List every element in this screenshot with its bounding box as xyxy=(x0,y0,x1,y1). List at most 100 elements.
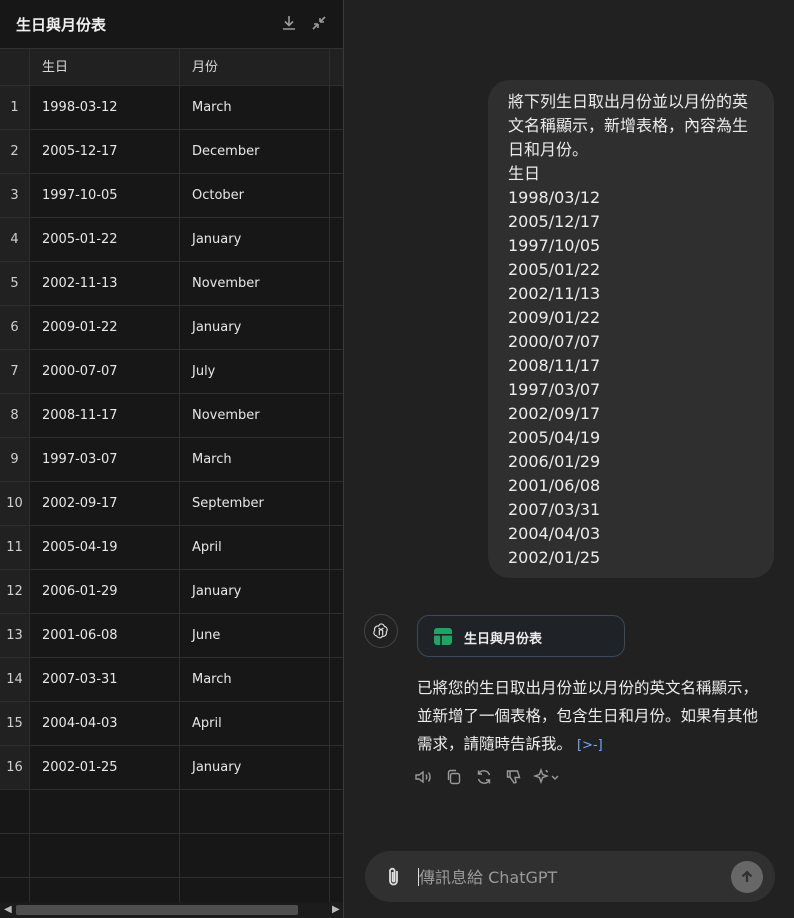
answer-line-text: 需求，請隨時告訴我。 xyxy=(417,735,573,753)
birthday-cell[interactable]: 2000-07-07 xyxy=(30,350,180,393)
month-cell[interactable]: July xyxy=(180,350,330,393)
row-number[interactable]: 12 xyxy=(0,570,30,613)
month-cell[interactable]: March xyxy=(180,438,330,481)
month-cell[interactable]: January xyxy=(180,746,330,789)
row-number[interactable]: 2 xyxy=(0,130,30,173)
birthday-cell[interactable]: 1997-10-05 xyxy=(30,174,180,217)
row-number[interactable]: 11 xyxy=(0,526,30,569)
row-number[interactable]: 15 xyxy=(0,702,30,745)
empty-cell xyxy=(0,790,30,833)
month-cell[interactable]: January xyxy=(180,306,330,349)
month-cell[interactable]: January xyxy=(180,218,330,261)
table-row[interactable]: 10 2002-09-17 September xyxy=(0,482,343,526)
table-row[interactable]: 16 2002-01-25 January xyxy=(0,746,343,790)
table-panel-title: 生日與月份表 xyxy=(16,16,107,34)
month-cell[interactable]: June xyxy=(180,614,330,657)
row-number[interactable]: 14 xyxy=(0,658,30,701)
month-cell[interactable]: March xyxy=(180,86,330,129)
read-aloud-icon[interactable] xyxy=(414,768,434,790)
thumbs-down-icon[interactable] xyxy=(505,768,525,790)
birthday-cell[interactable]: 1997-03-07 xyxy=(30,438,180,481)
month-cell[interactable]: January xyxy=(180,570,330,613)
row-number[interactable]: 4 xyxy=(0,218,30,261)
send-button[interactable] xyxy=(731,861,763,893)
birthday-cell[interactable]: 2006-01-29 xyxy=(30,570,180,613)
row-number[interactable]: 5 xyxy=(0,262,30,305)
birthday-cell[interactable]: 2004-04-03 xyxy=(30,702,180,745)
month-cell[interactable]: October xyxy=(180,174,330,217)
month-cell[interactable]: September xyxy=(180,482,330,525)
table-row[interactable]: 12 2006-01-29 January xyxy=(0,570,343,614)
row-number[interactable]: 3 xyxy=(0,174,30,217)
birthday-cell[interactable]: 2005-12-17 xyxy=(30,130,180,173)
table-row[interactable]: 2 2005-12-17 December xyxy=(0,130,343,174)
birthday-cell[interactable]: 2002-09-17 xyxy=(30,482,180,525)
user-message-line: 2008/11/17 xyxy=(508,356,601,375)
birthday-cell[interactable]: 2002-01-25 xyxy=(30,746,180,789)
row-number[interactable]: 13 xyxy=(0,614,30,657)
table-row[interactable]: 15 2004-04-03 April xyxy=(0,702,343,746)
message-input[interactable] xyxy=(419,864,719,890)
birthday-cell[interactable]: 2005-01-22 xyxy=(30,218,180,261)
empty-cell xyxy=(180,834,330,877)
table-row[interactable]: 5 2002-11-13 November xyxy=(0,262,343,306)
user-message-line: 2006/01/29 xyxy=(508,452,601,471)
regenerate-icon[interactable] xyxy=(475,768,495,790)
horizontal-scrollbar[interactable]: ◀ ▶ xyxy=(0,902,343,918)
birthday-cell[interactable]: 2009-01-22 xyxy=(30,306,180,349)
column-header-month[interactable]: 月份 xyxy=(180,49,330,85)
column-header-birthday[interactable]: 生日 xyxy=(30,49,180,85)
collapse-icon[interactable] xyxy=(309,13,329,33)
scrollbar-thumb[interactable] xyxy=(16,905,298,915)
answer-line: 需求，請隨時告訴我。 [>-] xyxy=(417,730,777,760)
month-cell[interactable]: April xyxy=(180,702,330,745)
birthday-cell[interactable]: 2002-11-13 xyxy=(30,262,180,305)
birthday-cell[interactable]: 2005-04-19 xyxy=(30,526,180,569)
empty-cell xyxy=(180,790,330,833)
month-cell[interactable]: March xyxy=(180,658,330,701)
row-number[interactable]: 7 xyxy=(0,350,30,393)
table-attachment-chip[interactable]: 生日與月份表 xyxy=(417,615,625,657)
table-row[interactable]: 11 2005-04-19 April xyxy=(0,526,343,570)
arrow-up-icon xyxy=(741,870,753,882)
empty-cell xyxy=(30,790,180,833)
sparkle-model-icon[interactable] xyxy=(532,767,563,790)
table-row[interactable]: 7 2000-07-07 July xyxy=(0,350,343,394)
row-number[interactable]: 9 xyxy=(0,438,30,481)
attach-paperclip-icon[interactable] xyxy=(383,865,405,889)
scroll-right-arrow-icon[interactable]: ▶ xyxy=(332,904,340,915)
birthday-cell[interactable]: 2008-11-17 xyxy=(30,394,180,437)
empty-cell xyxy=(0,834,30,877)
row-number[interactable]: 1 xyxy=(0,86,30,129)
user-message-line: 2002/09/17 xyxy=(508,404,601,423)
code-citation-icon[interactable]: [>-] xyxy=(577,738,603,753)
birthday-cell[interactable]: 1998-03-12 xyxy=(30,86,180,129)
assistant-answer: 已將您的生日取出月份並以月份的英文名稱顯示， 並新增了一個表格，包含生日和月份。… xyxy=(417,674,777,760)
copy-icon[interactable] xyxy=(445,768,465,790)
empty-cell xyxy=(30,834,180,877)
grid-header-row: 生日 月份 xyxy=(0,49,343,86)
row-number[interactable]: 8 xyxy=(0,394,30,437)
scroll-left-arrow-icon[interactable]: ◀ xyxy=(4,904,12,915)
table-row[interactable]: 3 1997-10-05 October xyxy=(0,174,343,218)
download-icon[interactable] xyxy=(279,13,299,33)
user-message-line: 日和月份。 xyxy=(508,140,589,159)
row-number[interactable]: 6 xyxy=(0,306,30,349)
table-row[interactable]: 4 2005-01-22 January xyxy=(0,218,343,262)
user-message-line: 2000/07/07 xyxy=(508,332,601,351)
table-row[interactable]: 1 1998-03-12 March xyxy=(0,86,343,130)
month-cell[interactable]: December xyxy=(180,130,330,173)
table-row[interactable]: 13 2001-06-08 June xyxy=(0,614,343,658)
month-cell[interactable]: November xyxy=(180,394,330,437)
month-cell[interactable]: April xyxy=(180,526,330,569)
row-number[interactable]: 16 xyxy=(0,746,30,789)
user-message-line: 1997/03/07 xyxy=(508,380,601,399)
table-row[interactable]: 14 2007-03-31 March xyxy=(0,658,343,702)
table-row[interactable]: 8 2008-11-17 November xyxy=(0,394,343,438)
table-row[interactable]: 9 1997-03-07 March xyxy=(0,438,343,482)
birthday-cell[interactable]: 2001-06-08 xyxy=(30,614,180,657)
table-row[interactable]: 6 2009-01-22 January xyxy=(0,306,343,350)
birthday-cell[interactable]: 2007-03-31 xyxy=(30,658,180,701)
row-number[interactable]: 10 xyxy=(0,482,30,525)
month-cell[interactable]: November xyxy=(180,262,330,305)
